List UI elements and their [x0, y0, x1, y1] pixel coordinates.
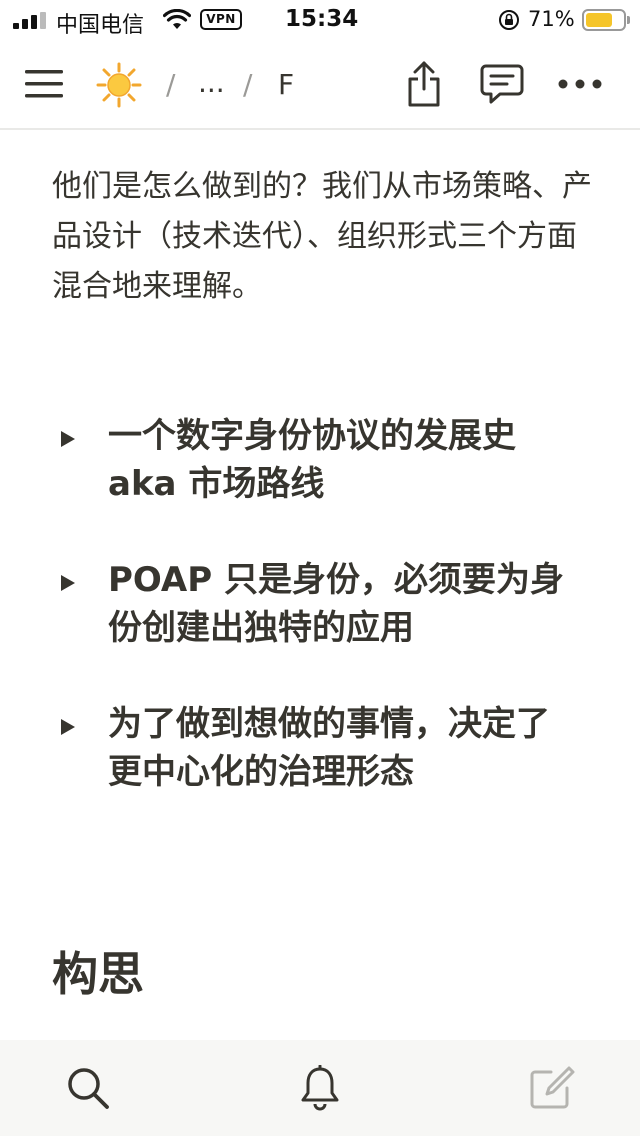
breadcrumb-current-page[interactable]: F	[278, 68, 296, 101]
status-bar: 中国电信 VPN 15:34 71%	[0, 0, 640, 40]
bell-icon	[301, 1065, 339, 1111]
carrier-name: 中国电信	[56, 13, 145, 38]
battery-level	[586, 13, 612, 27]
section-heading[interactable]: 构思	[52, 938, 144, 1004]
comments-button[interactable]	[476, 40, 528, 128]
comment-icon	[480, 64, 524, 104]
nav-bar: / ... / F	[0, 40, 640, 130]
triangle-right-icon	[61, 719, 75, 735]
toggle-title[interactable]: POAP 只是身份，必须要为身份创建出独特的应用	[108, 556, 568, 652]
toggle-title[interactable]: 为了做到想做的事情，决定了更中心化的治理形态	[108, 700, 568, 796]
battery-icon	[582, 9, 626, 31]
breadcrumb-ellipsis[interactable]: ...	[198, 66, 225, 99]
sun-emoji-icon[interactable]	[96, 62, 142, 108]
more-options-button[interactable]	[554, 40, 606, 128]
wifi-icon	[163, 9, 191, 29]
clock-time: 15:34	[285, 6, 359, 32]
notifications-button[interactable]	[290, 1040, 350, 1136]
toggle-block[interactable]: 一个数字身份协议的发展史 aka 市场路线	[60, 412, 600, 508]
toggle-arrow[interactable]	[60, 412, 108, 508]
toggle-block[interactable]: POAP 只是身份，必须要为身份创建出独特的应用	[60, 556, 600, 652]
toggle-arrow[interactable]	[60, 556, 108, 652]
breadcrumb-separator: /	[166, 68, 176, 101]
battery-percent: 71%	[528, 7, 575, 31]
compose-icon	[530, 1066, 575, 1109]
share-button[interactable]	[400, 40, 448, 128]
toggle-arrow[interactable]	[60, 700, 108, 796]
bottom-toolbar	[0, 1040, 640, 1136]
triangle-right-icon	[61, 575, 75, 591]
battery-nub	[627, 16, 630, 24]
breadcrumb-separator: /	[243, 68, 253, 101]
toggle-block[interactable]: 为了做到想做的事情，决定了更中心化的治理形态	[60, 700, 600, 796]
more-icon	[558, 79, 602, 89]
search-button[interactable]	[58, 1040, 118, 1136]
vpn-badge: VPN	[200, 9, 242, 30]
page-content[interactable]: 他们是怎么做到的？我们从市场策略、产品设计（技术迭代）、组织形式三个方面混合地来…	[0, 130, 640, 1040]
share-icon	[408, 61, 440, 107]
toggle-title[interactable]: 一个数字身份协议的发展史 aka 市场路线	[108, 412, 568, 508]
new-page-button[interactable]	[522, 1040, 582, 1136]
signal-icon	[13, 12, 46, 29]
rotation-lock-icon	[499, 10, 519, 30]
menu-button[interactable]	[18, 40, 70, 128]
text-block[interactable]: 他们是怎么做到的？我们从市场策略、产品设计（技术迭代）、组织形式三个方面混合地来…	[52, 162, 592, 312]
menu-icon	[25, 70, 63, 98]
triangle-right-icon	[61, 431, 75, 447]
search-icon	[68, 1068, 109, 1109]
